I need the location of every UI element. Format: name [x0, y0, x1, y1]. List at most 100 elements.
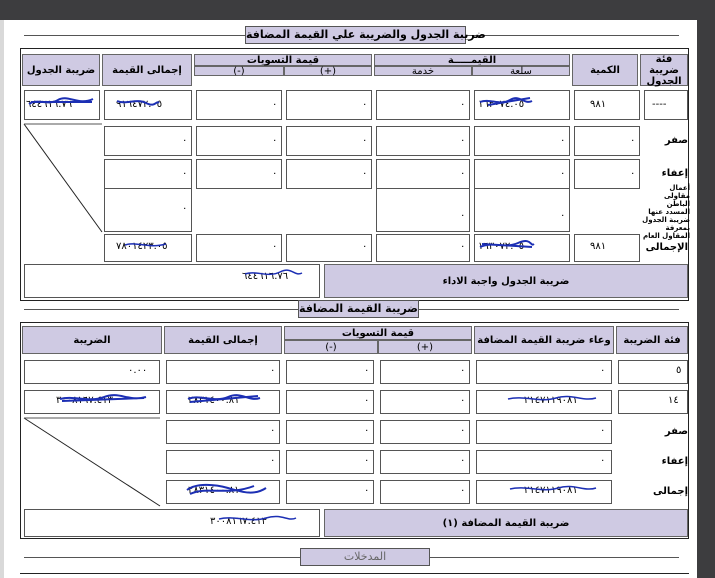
- redaction-scribble: [218, 515, 297, 521]
- vat-row3-minus: ٠: [364, 425, 370, 436]
- row2-goods: ٠: [560, 135, 566, 146]
- row1-quantity: ٩٨١: [590, 99, 607, 110]
- row1-service-field[interactable]: [376, 90, 470, 120]
- row4-goods-field[interactable]: [474, 188, 570, 232]
- row3-goods: ٠: [560, 168, 566, 179]
- row3-minus-field[interactable]: [196, 159, 282, 189]
- header-table-tax: ضريبة الجدول: [22, 54, 100, 86]
- row2-service-field[interactable]: [376, 126, 470, 156]
- vat-header-total: إجمالى القيمة: [164, 326, 282, 354]
- vat-row1-minus: ٠: [364, 365, 370, 376]
- row4-service-field[interactable]: [376, 188, 470, 232]
- row1-plus: ٠: [362, 99, 368, 110]
- tax-form-page: ضريبة الجدول والضريبة علي القيمة المضافة…: [4, 20, 697, 578]
- vat-row2-minus: ٠: [364, 395, 370, 406]
- row1-plus-field[interactable]: [286, 90, 372, 120]
- redaction-scribble: [124, 243, 167, 247]
- vat-row2-plus-field[interactable]: [380, 390, 470, 414]
- vat-header-adjustments: قيمة التسويات: [284, 326, 472, 340]
- row3-minus: ٠: [272, 168, 278, 179]
- row3-goods-field[interactable]: [474, 159, 570, 189]
- vat-header-plus: (+): [378, 340, 472, 354]
- vat-row1-plus-field[interactable]: [380, 360, 470, 384]
- redaction-scribble: [28, 97, 94, 105]
- vat-row5-plus: ٠: [460, 485, 466, 496]
- redaction-scribble: [116, 100, 160, 106]
- row3-total-field[interactable]: [104, 159, 192, 189]
- row2-total-field[interactable]: [104, 126, 192, 156]
- vat-row3-total: ٠: [270, 425, 276, 436]
- row1-minus: ٠: [272, 99, 278, 110]
- row5-quantity-field[interactable]: [574, 234, 640, 262]
- vat-row4-rate: إعفاء: [661, 456, 688, 467]
- vat-header-minus: (-): [284, 340, 378, 354]
- header-plus: (+): [284, 66, 372, 77]
- redaction-scribble: [509, 485, 597, 491]
- row1-quantity-field[interactable]: [574, 90, 640, 120]
- redaction-scribble: [479, 240, 535, 248]
- inputs-section-title: المدخلات: [300, 548, 430, 566]
- row4-total-field[interactable]: [104, 188, 192, 232]
- row1-minus-field[interactable]: [196, 90, 282, 120]
- row2-total: ٠: [182, 135, 188, 146]
- vat-row4-minus-field[interactable]: [286, 450, 374, 474]
- row5-service: ٠: [460, 241, 466, 252]
- row5-minus-field[interactable]: [196, 234, 282, 262]
- vat-row4-base-field[interactable]: [476, 450, 612, 474]
- vat-row1-minus-field[interactable]: [286, 360, 374, 384]
- vat-row4-plus-field[interactable]: [380, 450, 470, 474]
- vat-row3-base-field[interactable]: [476, 420, 612, 444]
- vat-row5-minus: ٠: [364, 485, 370, 496]
- redaction-scribble: [187, 394, 261, 403]
- row1-service: ٠: [460, 99, 466, 110]
- vat-row1-base: ٠: [600, 365, 606, 376]
- redaction-scribble: [479, 97, 533, 106]
- row4-service: ٠: [460, 210, 466, 221]
- row5-service-field[interactable]: [376, 234, 470, 262]
- vat-section-title: ضريبة القيمة المضافة: [298, 300, 419, 318]
- row4-category: أعمال مقاولى الباطن المسدد عنها ضريبة ال…: [642, 184, 690, 240]
- vat-row4-total-field[interactable]: [166, 450, 280, 474]
- vat-row3-plus: ٠: [460, 425, 466, 436]
- inputs-frame-top: [20, 573, 689, 574]
- row3-plus-field[interactable]: [286, 159, 372, 189]
- row2-quantity: ٠: [630, 135, 636, 146]
- row5-plus: ٠: [362, 241, 368, 252]
- row5-plus-field[interactable]: [286, 234, 372, 262]
- row3-total: ٠: [182, 168, 188, 179]
- vat-row1-base-field[interactable]: [476, 360, 612, 384]
- header-quantity: الكمية: [572, 54, 638, 86]
- row4-goods: ٠: [560, 210, 566, 221]
- vat-row3-minus-field[interactable]: [286, 420, 374, 444]
- vat-header-base: وعاء ضريبة القيمة المضافة: [474, 326, 614, 354]
- vat-row5-minus-field[interactable]: [286, 480, 374, 504]
- header-total-value: إجمالى القيمة: [102, 54, 192, 86]
- vat-row5-rate: إجمالى: [653, 486, 688, 497]
- redaction-scribble: [244, 269, 303, 276]
- row3-service: ٠: [460, 168, 466, 179]
- window-top-bar: [0, 0, 715, 20]
- vat-row1-plus: ٠: [460, 365, 466, 376]
- row3-quantity: ٠: [630, 168, 636, 179]
- row2-minus: ٠: [272, 135, 278, 146]
- row2-goods-field[interactable]: [474, 126, 570, 156]
- due-table-tax-label: ضريبة الجدول واجبة الاداء: [324, 264, 688, 298]
- vat-row1-total-field[interactable]: [166, 360, 280, 384]
- header-goods: سلعة: [472, 66, 570, 77]
- row2-minus-field[interactable]: [196, 126, 282, 156]
- row3-service-field[interactable]: [376, 159, 470, 189]
- vat-row4-base: ٠: [600, 455, 606, 466]
- row5-quantity: ٩٨١: [590, 241, 607, 252]
- vat-row3-plus-field[interactable]: [380, 420, 470, 444]
- right-scroll-edge[interactable]: [697, 20, 715, 578]
- row1-category: ----: [652, 99, 667, 110]
- row2-service: ٠: [460, 135, 466, 146]
- vat-row3-total-field[interactable]: [166, 420, 280, 444]
- row2-plus-field[interactable]: [286, 126, 372, 156]
- row2-plus: ٠: [362, 135, 368, 146]
- vat-row5-plus-field[interactable]: [380, 480, 470, 504]
- vat-row2-minus-field[interactable]: [286, 390, 374, 414]
- disabled-diagonal-area: [23, 123, 103, 233]
- header-minus: (-): [194, 66, 284, 77]
- vat-header-rate: فئة الضريبة: [616, 326, 688, 354]
